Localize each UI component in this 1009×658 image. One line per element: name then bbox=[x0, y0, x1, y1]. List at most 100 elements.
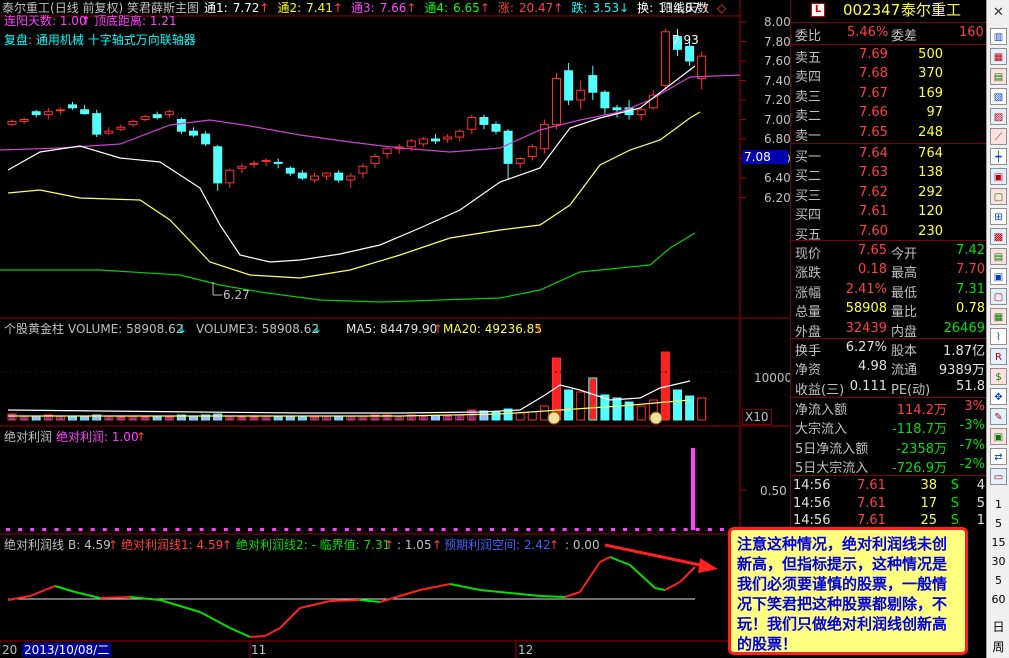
stat-value: 7.31 bbox=[956, 281, 985, 297]
profit-dot bbox=[586, 528, 591, 531]
channel-value-3: 7.66 bbox=[379, 1, 407, 15]
period-5-button[interactable]: 5 bbox=[987, 517, 1009, 530]
stat-row: 收益(三) 0.111 PE(动) 51.8 bbox=[791, 378, 987, 398]
val-arrow: ↑ bbox=[432, 538, 443, 552]
candle-icon[interactable]: ┿ bbox=[990, 148, 1007, 165]
period-15-button[interactable]: 15 bbox=[987, 536, 1009, 549]
candle bbox=[140, 116, 150, 120]
profit-dot bbox=[102, 528, 107, 531]
profit-dot bbox=[284, 528, 289, 531]
annotation-arrow bbox=[604, 543, 706, 568]
profit-line-segment bbox=[419, 583, 451, 591]
stat-label: 总量 bbox=[795, 305, 822, 321]
period-30-button[interactable]: 30 bbox=[987, 555, 1009, 568]
volume-panel-title: 个股黄金柱 bbox=[4, 322, 65, 336]
profit-dot bbox=[90, 528, 95, 531]
stat-label: 涨幅 bbox=[795, 285, 822, 301]
profit-dot bbox=[671, 528, 676, 531]
candle bbox=[467, 117, 477, 130]
grid-icon[interactable]: ▦ bbox=[990, 48, 1007, 65]
f5-icon[interactable]: ▣ bbox=[990, 168, 1007, 185]
stat-row: 总量 58908 量比 0.78 bbox=[791, 300, 987, 321]
ask-volume: 500 bbox=[918, 47, 943, 62]
share-icon[interactable]: ⇄ bbox=[990, 448, 1007, 465]
price-tick: 6.40 bbox=[764, 171, 791, 185]
candle bbox=[80, 109, 90, 115]
volume3-arrow: ↓ bbox=[312, 322, 323, 336]
period-1-button[interactable]: 1 bbox=[987, 498, 1009, 511]
profit-dot bbox=[369, 528, 373, 531]
dollar-icon[interactable]: $ bbox=[990, 368, 1007, 385]
profit-dot bbox=[151, 528, 156, 531]
volume-bar bbox=[491, 411, 501, 421]
stat-value: 7.70 bbox=[956, 262, 985, 278]
f10-icon[interactable]: ⊞ bbox=[990, 208, 1007, 225]
period-5-button[interactable]: 5 bbox=[987, 574, 1009, 587]
profit-panel-title: 绝对利润 bbox=[4, 430, 53, 444]
stock-name: 泰尔重工 bbox=[2, 1, 51, 15]
candle bbox=[249, 162, 259, 165]
volume-bar bbox=[527, 411, 537, 421]
candle bbox=[370, 156, 380, 164]
period-60-button[interactable]: 60 bbox=[987, 593, 1009, 606]
stat-label: 外盘 bbox=[795, 324, 822, 340]
profit-dot bbox=[635, 528, 640, 531]
trend-icon[interactable]: ⟋ bbox=[990, 128, 1007, 145]
calendar-icon[interactable]: ▤ bbox=[990, 68, 1007, 85]
profit-dot bbox=[490, 528, 494, 531]
pen-icon[interactable]: ✎ bbox=[990, 408, 1007, 425]
tick-side: S bbox=[950, 513, 959, 528]
candle bbox=[346, 175, 356, 181]
table-icon[interactable]: ▤ bbox=[990, 248, 1007, 265]
ask-label: 卖二 bbox=[795, 109, 822, 125]
profit-line-segment bbox=[449, 583, 481, 591]
profit-dot bbox=[659, 528, 664, 531]
bid-volume: 764 bbox=[918, 146, 943, 161]
price-tick: 7.40 bbox=[764, 73, 791, 88]
candle bbox=[273, 161, 283, 164]
bid-row: 买五 7.60 230 bbox=[791, 223, 987, 243]
profit-dot bbox=[405, 528, 410, 531]
candle bbox=[600, 91, 610, 109]
rsi-icon[interactable]: R bbox=[990, 348, 1007, 365]
stat-label: 流通 bbox=[891, 363, 918, 379]
tick-side: S bbox=[950, 495, 959, 511]
day-button[interactable]: 日 bbox=[987, 618, 1009, 635]
profit-dot bbox=[538, 528, 543, 531]
chart-icon[interactable]: ▥ bbox=[990, 28, 1007, 45]
volume-bars bbox=[7, 351, 707, 421]
screen-icon[interactable]: ▭ bbox=[990, 468, 1007, 485]
date-month-11: 11 bbox=[251, 643, 267, 657]
volume-bar-overlay bbox=[420, 416, 427, 420]
zigzag-icon[interactable]: ⌇ bbox=[990, 328, 1007, 345]
ask-label: 卖四 bbox=[795, 70, 822, 86]
ma5-label: MA5: 84479.90 bbox=[346, 322, 438, 336]
f6-icon[interactable]: ▢ bbox=[990, 188, 1007, 205]
selected-date[interactable]: 2013/10/08/二 bbox=[22, 643, 112, 657]
ask-label: 卖三 bbox=[795, 89, 822, 105]
profit-dot bbox=[260, 528, 265, 531]
stat-label: 股本 bbox=[891, 344, 918, 359]
f7-icon[interactable]: ▢ bbox=[990, 288, 1007, 305]
candle bbox=[443, 136, 453, 140]
stat-value: 0.18 bbox=[858, 262, 887, 278]
bid-volume: 138 bbox=[918, 165, 943, 181]
candle bbox=[334, 172, 344, 181]
move-icon[interactable]: ✥ bbox=[990, 388, 1007, 405]
week-button[interactable]: 周 bbox=[987, 638, 1009, 655]
consec-label: 连阳天数: 1.00 bbox=[4, 14, 87, 28]
profit-dot bbox=[719, 528, 724, 531]
tick-volume: 17 bbox=[920, 495, 937, 511]
white-ma-line bbox=[7, 65, 696, 263]
volume-bar-overlay bbox=[311, 417, 318, 420]
f5b-icon[interactable]: ▣ bbox=[990, 428, 1007, 445]
profit-dot bbox=[127, 528, 131, 531]
doc-icon[interactable]: ▧ bbox=[990, 88, 1007, 105]
box-icon[interactable]: ▦ bbox=[990, 308, 1007, 325]
channel-arrow-6: ↓ bbox=[619, 1, 630, 15]
f12-icon[interactable]: ▣ bbox=[990, 268, 1007, 285]
stack-icon[interactable]: ▩ bbox=[990, 228, 1007, 245]
bid-label: 买三 bbox=[795, 188, 822, 204]
list-icon[interactable]: ▨ bbox=[990, 108, 1007, 125]
close-icon[interactable]: ✕ bbox=[990, 4, 1007, 21]
